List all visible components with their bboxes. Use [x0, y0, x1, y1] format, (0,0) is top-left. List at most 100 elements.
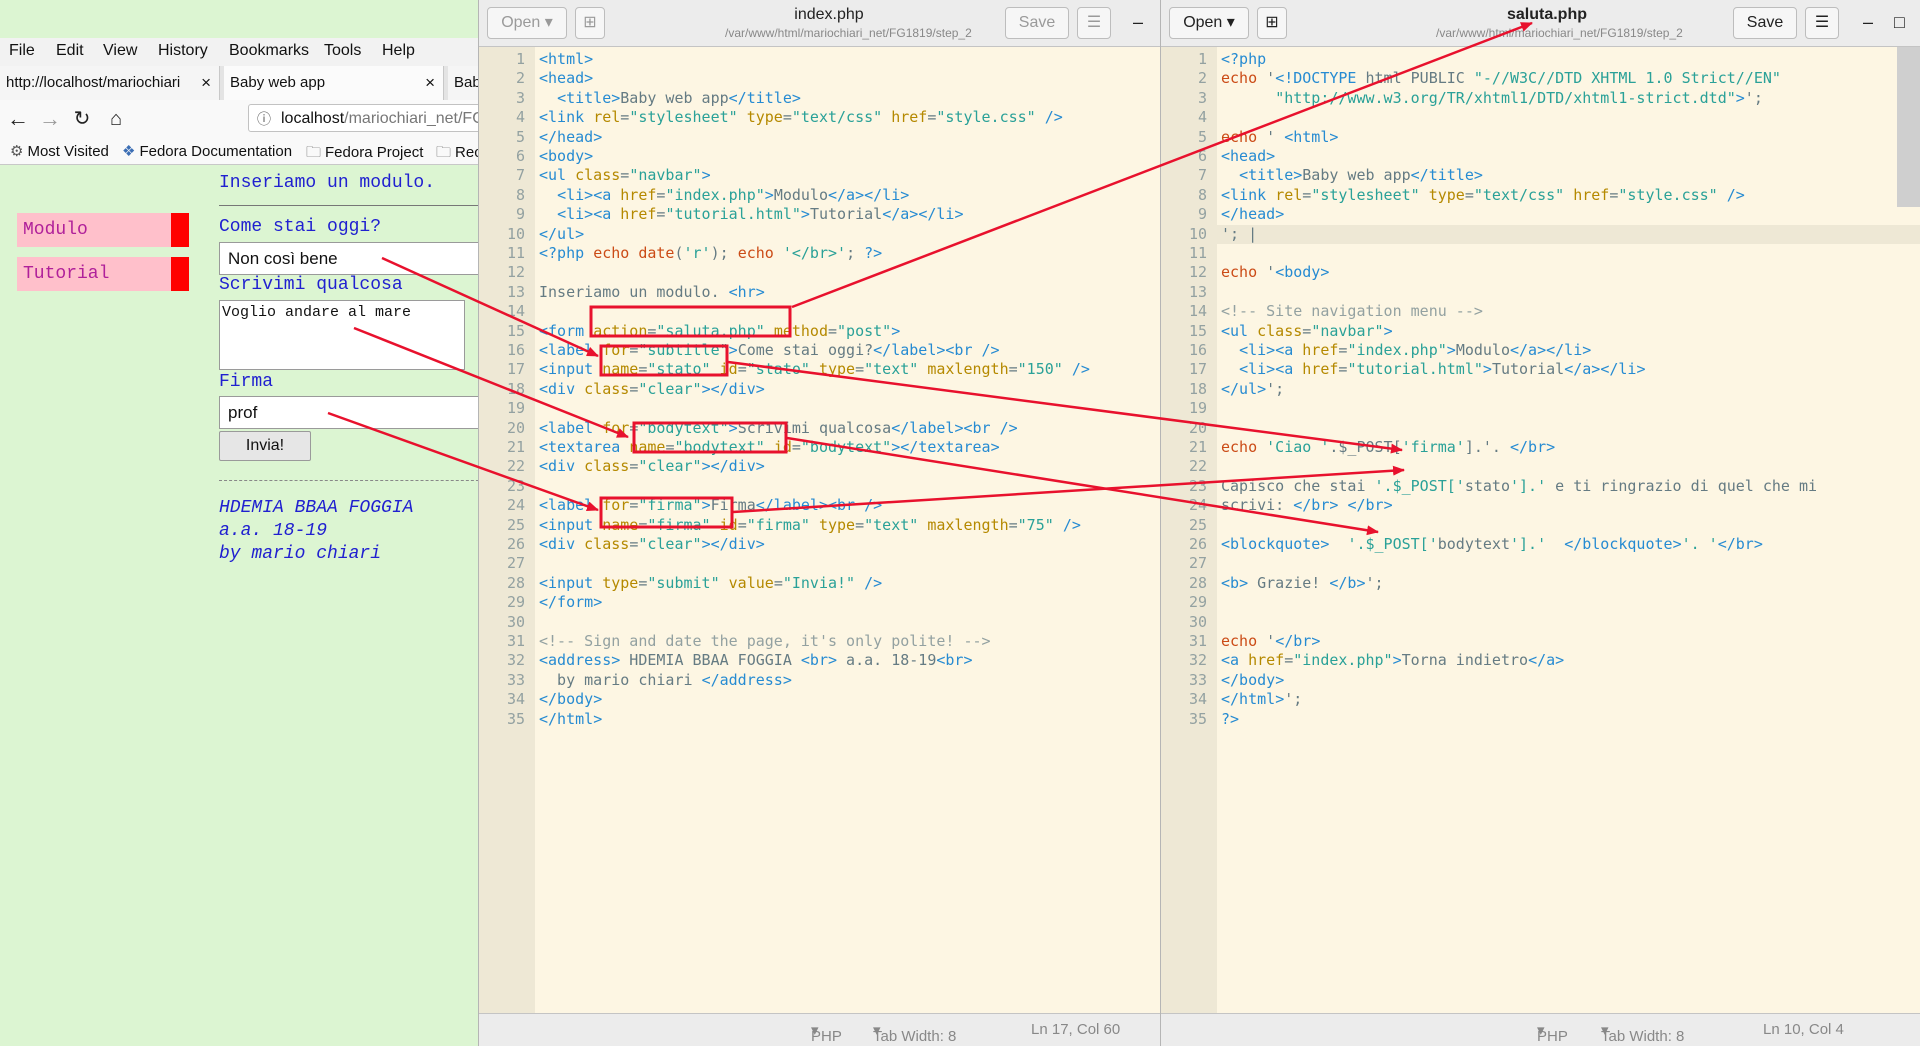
code-line[interactable]: echo ' <html>	[1221, 128, 1338, 147]
code-line[interactable]: scrivi: </br> </br>	[1221, 496, 1393, 515]
menu-edit[interactable]: Edit	[56, 42, 84, 60]
code-line[interactable]: <textarea name="bodytext" id="bodytext">…	[539, 438, 1000, 457]
code-line[interactable]: </form>	[539, 593, 602, 612]
code-line[interactable]: echo '<!DOCTYPE html PUBLIC "-//W3C//DTD…	[1221, 69, 1781, 88]
firma-input[interactable]: prof	[219, 396, 478, 429]
reload-icon[interactable]: ↻	[68, 106, 96, 132]
code-line[interactable]: <input type="submit" value="Invia!" />	[539, 574, 882, 593]
code-line[interactable]: <label for="subtitle">Come stai oggi?</l…	[539, 341, 1000, 360]
maximize-icon[interactable]: □	[1894, 12, 1905, 33]
code-line[interactable]: <?php	[1221, 50, 1266, 69]
code-line[interactable]: <li><a href="index.php">Modulo</a></li>	[1221, 341, 1591, 360]
home-icon[interactable]: ⌂	[102, 106, 130, 132]
cursor-position[interactable]: Ln 10, Col 4	[1763, 1021, 1844, 1038]
open-button[interactable]: Open ▾	[1169, 7, 1249, 39]
code-area[interactable]: 1 <?php 2 echo '<!DOCTYPE html PUBLIC "-//W…	[1161, 47, 1920, 1014]
tab-localhost[interactable]: http://localhost/mariochiari ×	[0, 66, 220, 100]
code-line[interactable]: </html>	[539, 710, 602, 729]
menu-file[interactable]: File	[9, 42, 35, 60]
code-line[interactable]: <ul class="navbar">	[539, 166, 711, 185]
save-button[interactable]: Save	[1733, 7, 1797, 39]
code-line[interactable]: <a href="index.php">Torna indietro</a>	[1221, 651, 1564, 670]
code-line[interactable]: ?>	[1221, 710, 1239, 729]
tab-baby-web-app[interactable]: Baby web app ×	[224, 66, 444, 100]
stato-input[interactable]: Non così bene	[219, 242, 478, 275]
menu-help[interactable]: Help	[382, 42, 415, 60]
code-line[interactable]: echo '<body>	[1221, 263, 1329, 282]
code-line[interactable]: Capisco che stai '.$_POST['stato'].' e t…	[1221, 477, 1817, 496]
code-line[interactable]: <head>	[539, 69, 593, 88]
new-document-icon[interactable]: ⊞	[1257, 7, 1287, 39]
code-line[interactable]: <li><a href="tutorial.html">Tutorial</a>…	[539, 205, 963, 224]
nav-item-tutorial[interactable]: Tutorial	[17, 257, 189, 291]
code-line[interactable]: <title>Baby web app</title>	[539, 89, 801, 108]
language-selector[interactable]: PHP ▾	[1537, 1021, 1568, 1045]
code-line[interactable]: <blockquote> '.$_POST['bodytext'].' </bl…	[1221, 535, 1763, 554]
code-line[interactable]: <div class="clear"></div>	[539, 535, 765, 554]
menu-icon[interactable]: ☰	[1077, 7, 1111, 39]
code-line[interactable]: <html>	[539, 50, 593, 69]
code-line[interactable]: echo 'Ciao '.$_POST['firma'].'. </br>	[1221, 438, 1555, 457]
code-line[interactable]: by mario chiari </address>	[539, 671, 792, 690]
forward-icon[interactable]: →	[36, 106, 64, 132]
tab-width-selector[interactable]: Tab Width: 8 ▾	[873, 1021, 956, 1045]
code-line[interactable]: Inseriamo un modulo. <hr>	[539, 283, 765, 302]
nav-item-modulo[interactable]: Modulo	[17, 213, 189, 247]
minimize-icon[interactable]: –	[1133, 12, 1143, 33]
code-line[interactable]: '; |	[1221, 225, 1257, 244]
minimize-icon[interactable]: –	[1863, 12, 1873, 33]
code-line[interactable]: <title>Baby web app</title>	[1221, 166, 1483, 185]
language-selector[interactable]: PHP ▾	[811, 1021, 842, 1045]
code-line[interactable]: </ul>';	[1221, 380, 1284, 399]
code-line[interactable]: <head>	[1221, 147, 1275, 166]
code-line[interactable]: <label for="bodytext">Scrivimi qualcosa<…	[539, 419, 1018, 438]
close-icon[interactable]: ×	[201, 66, 211, 100]
tab-bab[interactable]: Bab	[448, 66, 478, 100]
code-line[interactable]: </ul>	[539, 225, 584, 244]
code-line[interactable]: <!-- Sign and date the page, it's only p…	[539, 632, 991, 651]
code-line[interactable]: </head>	[539, 128, 602, 147]
scrollbar[interactable]	[1897, 47, 1920, 207]
save-button[interactable]: Save	[1005, 7, 1069, 39]
open-button[interactable]: Open ▾	[487, 7, 567, 39]
code-line[interactable]: <li><a href="index.php">Modulo</a></li>	[539, 186, 909, 205]
code-line[interactable]: echo '</br>	[1221, 632, 1320, 651]
code-line[interactable]: <link rel="stylesheet" type="text/css" h…	[1221, 186, 1745, 205]
new-document-icon[interactable]: ⊞	[575, 7, 605, 39]
cursor-position[interactable]: Ln 17, Col 60	[1031, 1021, 1120, 1038]
code-line[interactable]: </body>	[1221, 671, 1284, 690]
code-line[interactable]: <form action="saluta.php" method="post">	[539, 322, 900, 341]
code-line[interactable]: </head>	[1221, 205, 1284, 224]
code-line[interactable]: <li><a href="tutorial.html">Tutorial</a>…	[1221, 360, 1645, 379]
menu-history[interactable]: History	[158, 42, 208, 60]
code-line[interactable]: <div class="clear"></div>	[539, 380, 765, 399]
code-line[interactable]: <address> HDEMIA BBAA FOGGIA <br> a.a. 1…	[539, 651, 973, 670]
close-icon[interactable]: ×	[425, 66, 435, 100]
menu-view[interactable]: View	[103, 42, 137, 60]
code-line[interactable]: <!-- Site navigation menu -->	[1221, 302, 1483, 321]
bookmark-most-visited[interactable]: ⚙ Most Visited	[10, 142, 109, 160]
bodytext-textarea[interactable]: Voglio andare al mare	[219, 300, 465, 370]
menu-icon[interactable]: ☰	[1805, 7, 1839, 39]
code-line[interactable]: <label for="firma">Firma</label><br />	[539, 496, 882, 515]
tab-width-selector[interactable]: Tab Width: 8 ▾	[1601, 1021, 1684, 1045]
info-icon[interactable]: ⓘ	[257, 105, 271, 131]
code-line[interactable]: </body>	[539, 690, 602, 709]
back-icon[interactable]: ←	[4, 106, 32, 132]
menu-bookmarks[interactable]: Bookmarks	[229, 42, 309, 60]
code-line[interactable]: <body>	[539, 147, 593, 166]
code-line[interactable]: <div class="clear"></div>	[539, 457, 765, 476]
menu-tools[interactable]: Tools	[324, 42, 361, 60]
code-line[interactable]: </html>';	[1221, 690, 1302, 709]
submit-button[interactable]: Invia!	[219, 431, 311, 461]
bookmark-fedora-project[interactable]: 🗀 Fedora Project	[306, 142, 423, 167]
bookmark-rec[interactable]: 🗀 Rec	[436, 142, 478, 167]
code-line[interactable]: <input name="stato" id="stato" type="tex…	[539, 360, 1090, 379]
code-line[interactable]: <input name="firma" id="firma" type="tex…	[539, 516, 1081, 535]
code-line[interactable]: <ul class="navbar">	[1221, 322, 1393, 341]
code-line[interactable]: <?php echo date('r'); echo '</br>'; ?>	[539, 244, 882, 263]
code-area[interactable]: 1 <html> 2 <head> 3 <title>Baby web app</tit…	[479, 47, 1161, 1014]
code-line[interactable]: <b> Grazie! </b>';	[1221, 574, 1384, 593]
code-line[interactable]: "http://www.w3.org/TR/xhtml1/DTD/xhtml1-…	[1221, 89, 1763, 108]
code-line[interactable]: <link rel="stylesheet" type="text/css" h…	[539, 108, 1063, 127]
